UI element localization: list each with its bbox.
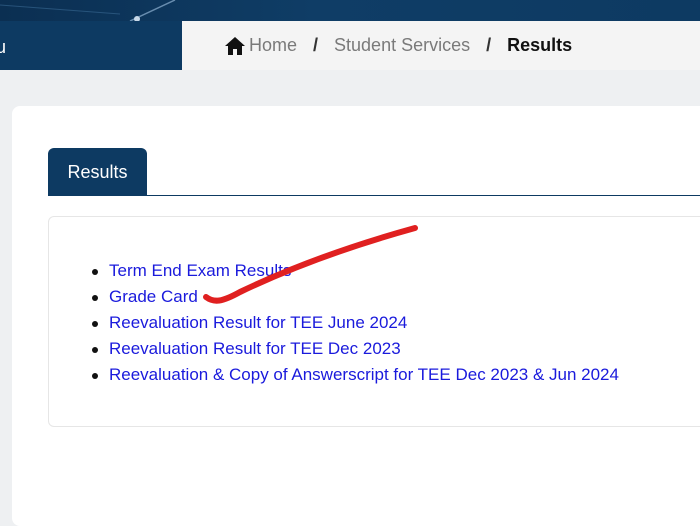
breadcrumb-separator: /: [313, 35, 319, 55]
results-list-box: Term End Exam Results Grade Card Reevalu…: [48, 216, 700, 427]
breadcrumb-separator: /: [486, 35, 492, 55]
breadcrumb-current: Results: [507, 35, 573, 55]
main-nav-block[interactable]: u: [0, 21, 182, 70]
tab-results[interactable]: Results: [48, 148, 147, 196]
tab-underline: [48, 195, 700, 196]
top-banner: [0, 0, 700, 21]
results-link-term-end-exam[interactable]: Term End Exam Results: [92, 258, 619, 284]
content-card: Results Term End Exam Results Grade Card…: [12, 106, 700, 526]
nav-label[interactable]: u: [0, 37, 6, 58]
results-list: Term End Exam Results Grade Card Reevalu…: [92, 258, 619, 388]
results-link-reevaluation-copy-answerscript[interactable]: Reevaluation & Copy of Answerscript for …: [92, 362, 619, 388]
breadcrumb-home-link[interactable]: Home: [249, 35, 297, 56]
results-link-reevaluation-june-2024[interactable]: Reevaluation Result for TEE June 2024: [92, 310, 619, 336]
home-icon[interactable]: [224, 36, 246, 56]
tab-results-label: Results: [67, 161, 128, 182]
results-link-reevaluation-dec-2023[interactable]: Reevaluation Result for TEE Dec 2023: [92, 336, 619, 362]
breadcrumb: Home / Student Services / Results: [182, 21, 700, 70]
banner-decoration: [0, 0, 176, 21]
results-link-grade-card[interactable]: Grade Card: [92, 284, 619, 310]
breadcrumb-student-services-link[interactable]: Student Services: [334, 35, 470, 56]
